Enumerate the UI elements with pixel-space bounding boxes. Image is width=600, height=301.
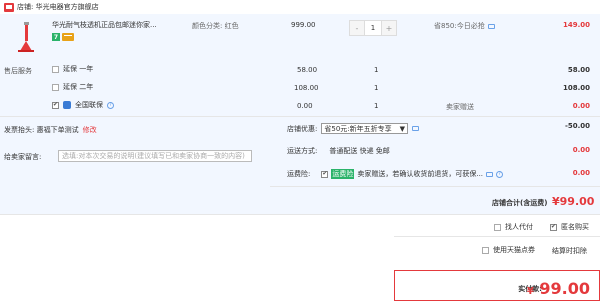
checkout-discount-note: 结算时扣除 [552, 247, 587, 255]
coupon-amount: -50.00 [564, 122, 590, 130]
chat-icon[interactable] [412, 126, 420, 131]
service-item[interactable]: 延保 二年 [52, 82, 93, 92]
service-name: 延保 一年 [63, 65, 94, 73]
anonymous-checkbox[interactable] [550, 223, 557, 231]
shop-icon [4, 2, 14, 12]
coupon-row: 店铺优惠: 省50元:新年五折专享 ▼ [287, 123, 420, 134]
shipping-value: 普通配送 快递 免邮 [329, 147, 390, 155]
proxy-pay-checkbox[interactable] [494, 223, 501, 231]
proxy-pay-option[interactable]: 找人代付 [494, 222, 533, 232]
anonymous-option[interactable]: 匿名购买 [550, 222, 589, 232]
promo-text: 省850:今日必抢 [434, 22, 485, 30]
tmall-points-checkbox[interactable] [482, 246, 489, 254]
service-item[interactable]: 延保 一年 [52, 64, 93, 74]
chevron-down-icon: ▼ [399, 124, 406, 133]
invoice-row: 发票抬头: 惠福下单测试 修改 [4, 125, 97, 135]
service-subtotal: 108.00 [562, 84, 590, 92]
help-icon[interactable]: ? [107, 101, 114, 109]
insurance-tag: 运费险 [331, 169, 355, 179]
qty-input[interactable]: 1 [364, 21, 382, 35]
service-qty: 1 [374, 66, 379, 74]
service-checkbox[interactable] [52, 65, 59, 73]
shop-name[interactable]: 店铺: 华光电器官方旗舰店 [17, 2, 99, 12]
coupon-selected: 省50元:新年五折专享 [324, 124, 392, 133]
service-qty: 1 [374, 84, 379, 92]
insurance-checkbox[interactable] [321, 170, 329, 178]
order-block [0, 14, 600, 214]
insurance-label: 运费险: [287, 170, 311, 178]
service-checkbox[interactable] [52, 101, 59, 109]
divider [0, 116, 600, 117]
quantity-stepper: - 1 + [349, 20, 397, 36]
shipping-price: 0.00 [572, 146, 590, 154]
divider [0, 214, 600, 215]
seven-day-return-icon: 7 [52, 33, 60, 41]
service-price: 0.00 [297, 102, 313, 110]
proxy-pay-label: 找人代付 [505, 223, 533, 231]
message-label: 给卖家留言: [4, 153, 42, 161]
tmall-points-option[interactable]: 使用天猫点券 [482, 245, 535, 255]
service-price: 108.00 [294, 84, 319, 92]
tmall-points-label: 使用天猫点券 [493, 246, 535, 254]
shop-total-label: 店铺合计(含运费) [492, 199, 548, 207]
tmall-icon [63, 101, 71, 109]
service-subtotal: 58.00 [567, 66, 590, 74]
service-price: 58.00 [297, 66, 318, 74]
credit-card-icon [62, 33, 74, 41]
product-title[interactable]: 华光耐气枝透机正品包邮迷你家... [52, 21, 170, 30]
shop-total-amount: ¥99.00 [552, 195, 595, 208]
service-qty: 1 [374, 102, 379, 110]
promo-info: 省850:今日必抢 [434, 21, 495, 31]
invoice-label: 发票抬头: 惠福下单测试 [4, 126, 79, 134]
service-subtotal: 0.00 [572, 102, 590, 110]
payment-amount: 99.00 [539, 279, 590, 298]
insurance-text: 卖家赠送，若确认收货前退货，可获保... [357, 170, 484, 178]
shop-header: 店铺: 华光电器官方旗舰店 [0, 0, 600, 14]
coupon-select[interactable]: 省50元:新年五折专享 ▼ [321, 123, 409, 134]
payment-amount-group: ¥ 99.00 [527, 279, 590, 298]
anonymous-label: 匿名购买 [561, 223, 589, 231]
service-name: 全国联保 [75, 101, 103, 109]
qty-minus-button[interactable]: - [350, 21, 364, 35]
divider [270, 186, 600, 187]
shipping-row: 运送方式: 普通配送 快递 免邮 [287, 146, 390, 156]
unit-price: 999.00 [291, 21, 316, 29]
service-checkbox[interactable] [52, 83, 59, 91]
product-image[interactable] [14, 20, 38, 54]
service-item[interactable]: 全国联保 ? [52, 100, 114, 110]
insurance-row: 运费险: 运费险 卖家赠送，若确认收货前退货，可获保... ? [287, 169, 504, 179]
divider [394, 236, 600, 237]
product-color: 颜色分类: 红色 [192, 22, 239, 30]
currency-symbol: ¥ [526, 286, 534, 297]
coupon-label: 店铺优惠: [287, 124, 318, 133]
shipping-label: 运送方式: [287, 147, 318, 155]
service-label: 售后服务 [4, 67, 32, 75]
service-note: 卖家赠送 [446, 103, 474, 111]
qty-plus-button[interactable]: + [382, 21, 396, 35]
invoice-edit-link[interactable]: 修改 [83, 125, 97, 135]
insurance-price: 0.00 [572, 169, 590, 177]
product-subtotal: 149.00 [562, 21, 590, 29]
service-name: 延保 二年 [63, 83, 94, 91]
message-input[interactable]: 选填:对本次交易的说明(建议填写已和卖家协商一致的内容) [58, 150, 252, 162]
